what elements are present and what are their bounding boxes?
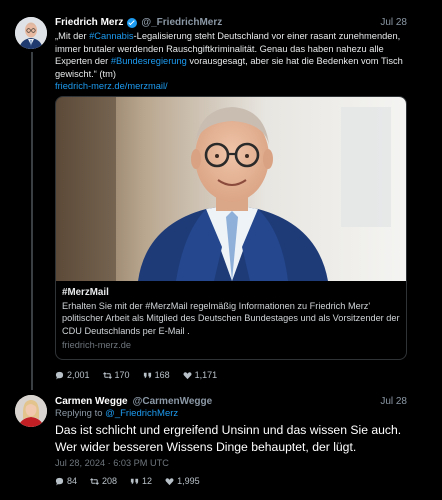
- tweet2-handle[interactable]: @CarmenWegge: [133, 396, 213, 407]
- retweet-icon: [90, 477, 99, 485]
- reply-count-value: 2,001: [67, 370, 90, 380]
- tweet1-handle[interactable]: @_FriedrichMerz: [141, 17, 222, 28]
- quote-count[interactable]: 12: [130, 476, 152, 486]
- tweet2-author-name[interactable]: Carmen Wegge: [55, 396, 128, 407]
- tweet2-stats: 84 208 12 1,995: [55, 476, 200, 486]
- reply-count[interactable]: 84: [55, 476, 77, 486]
- retweet-count-value: 170: [114, 370, 130, 380]
- tweet1-stats: 2,001 170 168 1,171: [55, 370, 217, 380]
- replying-to-handle[interactable]: @_FriedrichMerz: [105, 408, 178, 419]
- heart-icon: [183, 371, 192, 379]
- quote-icon: [143, 372, 151, 378]
- hashtag-link[interactable]: #Bundesregierung: [111, 56, 187, 66]
- quote-count-value: 12: [142, 476, 153, 486]
- hashtag-link[interactable]: #Cannabis: [89, 31, 133, 41]
- like-count-value: 1,995: [177, 476, 200, 486]
- link-preview-card[interactable]: #MerzMail Erhalten Sie mit der #MerzMail…: [55, 96, 407, 360]
- tweet2-timestamp[interactable]: Jul 28, 2024 · 6:03 PM UTC: [55, 458, 169, 468]
- heart-icon: [165, 477, 174, 485]
- reply-icon: [55, 477, 64, 486]
- reply-icon: [55, 371, 64, 380]
- like-count[interactable]: 1,171: [183, 370, 218, 380]
- tweet2-header: Carmen Wegge @CarmenWegge: [55, 396, 212, 407]
- card-image-portrait: [56, 97, 406, 281]
- avatar-friedrich-merz[interactable]: [15, 17, 47, 49]
- reply-count[interactable]: 2,001: [55, 370, 90, 380]
- tweet1-header: Friedrich Merz @_FriedrichMerz: [55, 17, 222, 28]
- card-description: Erhalten Sie mit der #MerzMail regelmäßi…: [62, 301, 400, 336]
- retweet-count[interactable]: 170: [102, 370, 130, 380]
- replying-to-label: Replying to: [55, 408, 106, 419]
- thread-line: [31, 52, 33, 390]
- retweet-count-value: 208: [102, 476, 118, 486]
- like-count[interactable]: 1,995: [165, 476, 200, 486]
- retweet-count[interactable]: 208: [90, 476, 117, 486]
- quote-count-value: 168: [154, 370, 170, 380]
- replying-to: Replying to @_FriedrichMerz: [55, 408, 178, 419]
- card-domain: friedrich-merz.de: [62, 340, 131, 351]
- tweet1-text-part: „Mit der: [55, 31, 90, 41]
- tweet2-date[interactable]: Jul 28: [380, 396, 407, 407]
- retweet-icon: [102, 371, 112, 379]
- card-title: #MerzMail: [62, 287, 109, 298]
- tweet2-text: Das ist schlicht und ergreifend Unsinn u…: [55, 423, 402, 454]
- like-count-value: 1,171: [194, 370, 218, 380]
- tweet1-link[interactable]: friedrich-merz.de/merzmail/: [55, 80, 410, 93]
- tweet1-text: „Mit der #Cannabis-Legalisierung steht D…: [55, 30, 410, 93]
- tweet1-author-name[interactable]: Friedrich Merz: [55, 17, 123, 28]
- tweet1-date[interactable]: Jul 28: [380, 17, 407, 28]
- reply-count-value: 84: [67, 476, 78, 486]
- quote-icon: [130, 478, 139, 484]
- card-body: #MerzMail Erhalten Sie mit der #MerzMail…: [62, 287, 402, 350]
- quote-count[interactable]: 168: [143, 370, 170, 380]
- avatar-carmen-wegge[interactable]: [15, 395, 47, 427]
- verified-badge-icon: [127, 17, 138, 28]
